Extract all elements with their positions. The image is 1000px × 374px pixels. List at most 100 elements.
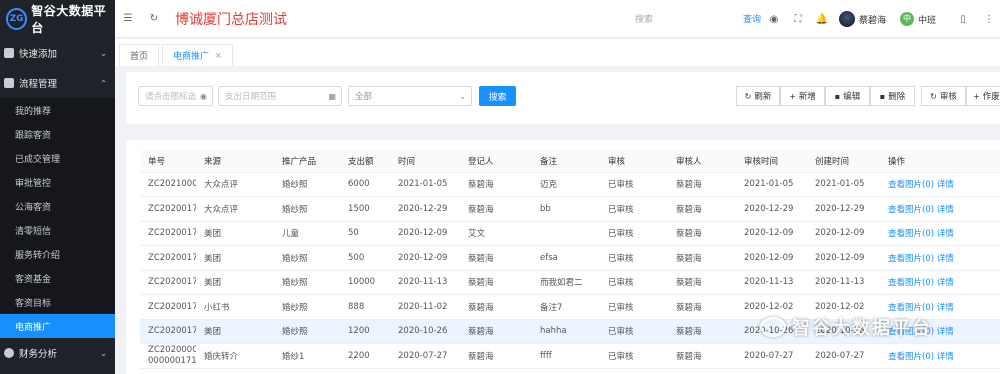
sidebar-item-target[interactable]: 客资目标 xyxy=(0,290,115,314)
header-query-link[interactable]: 查询 xyxy=(743,12,761,25)
edit-button[interactable]: ▪ 编辑 xyxy=(825,86,870,106)
trash-icon: ▪ xyxy=(879,91,886,101)
table-row[interactable]: ZC20210001大众点评婚纱照60002021-01-05蔡碧海迈克已审核蔡… xyxy=(140,172,1000,197)
table-cell: 2020-12-29 xyxy=(807,196,880,222)
table-row[interactable]: ZC20200174美团婚纱照100002020-11-13蔡碧海而我如君二已审… xyxy=(140,270,1000,295)
detail-link[interactable]: 详情 xyxy=(937,352,954,362)
sidebar-item-public-pool[interactable]: 公海客资 xyxy=(0,194,115,218)
tab-bar: 首页 电商推广 × xyxy=(115,39,1000,66)
tab-home[interactable]: 首页 xyxy=(119,44,160,66)
sidebar-group-finance[interactable]: 财务分析 ⌄ xyxy=(0,338,115,368)
col-header[interactable]: 支出额 xyxy=(340,150,390,173)
sidebar-item-my-recommend[interactable]: 我的推荐 xyxy=(0,98,115,122)
table-row[interactable]: ZC20200000 000000171婚庆转介婚纱122002020-07-2… xyxy=(140,343,1000,369)
sidebar-item-ecommerce[interactable]: 电商推广 xyxy=(0,314,115,338)
view-images-link[interactable]: 查看图片(0) xyxy=(888,205,934,215)
table-cell: 2020-12-29 xyxy=(736,196,807,222)
search-button[interactable]: 搜索 xyxy=(479,86,516,106)
plus-icon: + xyxy=(789,91,796,101)
record-icon[interactable]: ◉ xyxy=(767,12,781,26)
sidebar-group-label: 财务分析 xyxy=(19,349,58,360)
tab-label: 电商推广 xyxy=(173,52,210,62)
refresh-icon[interactable]: ↻ xyxy=(147,12,161,26)
sidebar-group-quick-add[interactable]: 快速添加 ⌄ xyxy=(0,38,115,68)
detail-link[interactable]: 详情 xyxy=(937,254,954,264)
col-header[interactable]: 单号 xyxy=(140,150,196,173)
detail-link[interactable]: 详情 xyxy=(937,327,954,337)
close-icon[interactable]: × xyxy=(215,51,222,60)
edit-icon: ▪ xyxy=(834,91,841,101)
sidebar-item-fund[interactable]: 客资基金 xyxy=(0,266,115,290)
detail-link[interactable]: 详情 xyxy=(937,278,954,288)
delete-button[interactable]: ▪ 删除 xyxy=(870,86,915,106)
view-images-link[interactable]: 查看图片(0) xyxy=(888,278,934,288)
table-actions: 查看图片(0) 详情 xyxy=(880,245,1000,271)
void-button[interactable]: + 作废 xyxy=(966,86,1000,106)
phone-icon[interactable]: ▯ xyxy=(956,12,970,26)
view-images-link[interactable]: 查看图片(0) xyxy=(888,352,934,362)
table-cell: 2200 xyxy=(340,343,390,369)
table-row[interactable]: ZC20200178大众点评婚纱照15002020-12-29蔡碧海bb已审核蔡… xyxy=(140,196,1000,222)
eye-icon[interactable]: ◉ xyxy=(200,92,207,101)
fullscreen-icon[interactable]: ⛶ xyxy=(791,12,805,26)
col-header[interactable]: 备注 xyxy=(532,150,600,173)
shift-avatar[interactable]: 中 xyxy=(900,12,915,26)
add-button[interactable]: + 新增 xyxy=(780,86,825,106)
review-button[interactable]: ↻ 审核 xyxy=(921,86,966,106)
table-cell: ZC20200172 xyxy=(140,319,196,344)
table-cell: 婚纱照 xyxy=(274,270,340,295)
col-header[interactable]: 审核人 xyxy=(668,150,736,173)
col-header[interactable]: 审核 xyxy=(600,150,668,173)
product-picker-input[interactable]: 请点击图标选 ◉ xyxy=(138,86,213,106)
user-name[interactable]: 蔡碧海 xyxy=(859,13,886,26)
table-cell: 小红书 xyxy=(196,294,274,320)
col-header[interactable]: 时间 xyxy=(390,150,460,173)
void-label: 作废 xyxy=(982,92,1000,102)
table-cell: 蔡碧海 xyxy=(460,294,532,320)
table-cell: bb xyxy=(532,196,600,222)
table-cell: 已审核 xyxy=(600,245,668,271)
detail-link[interactable]: 详情 xyxy=(937,205,954,215)
shift-name[interactable]: 中班 xyxy=(918,13,936,26)
sidebar-item-referral[interactable]: 服务转介绍 xyxy=(0,242,115,266)
table-row[interactable]: ZC20200177美团婚纱照5002020-12-09蔡碧海efsa已审核蔡碧… xyxy=(140,245,1000,271)
col-header[interactable]: 操作 xyxy=(880,150,1000,173)
source-select[interactable]: 全部 ⌄ xyxy=(348,86,472,106)
col-header[interactable]: 推广产品 xyxy=(274,150,340,173)
folder-icon xyxy=(4,78,14,88)
table-cell: ZC20210001 xyxy=(140,172,196,197)
col-header[interactable]: 来源 xyxy=(196,150,274,173)
table-cell: 已审核 xyxy=(600,196,668,222)
menu-icon[interactable]: ☰ xyxy=(121,12,135,26)
tab-ecommerce[interactable]: 电商推广 × xyxy=(162,44,233,66)
refresh-button[interactable]: ↻ 刷新 xyxy=(736,86,780,106)
detail-link[interactable]: 详情 xyxy=(937,303,954,313)
view-images-link[interactable]: 查看图片(0) xyxy=(888,303,934,313)
view-images-link[interactable]: 查看图片(0) xyxy=(888,180,934,190)
detail-link[interactable]: 详情 xyxy=(937,229,954,239)
sidebar-item-track[interactable]: 跟踪客资 xyxy=(0,122,115,146)
table-cell: 婚纱照 xyxy=(274,245,340,271)
detail-link[interactable]: 详情 xyxy=(937,180,954,190)
col-header[interactable]: 创建时间 xyxy=(807,150,880,173)
sidebar-item-approval[interactable]: 审批管控 xyxy=(0,170,115,194)
sidebar-item-sms[interactable]: 清零短信 xyxy=(0,218,115,242)
logo-text: 智谷大数据平台 xyxy=(31,4,107,35)
logo[interactable]: ZG 智谷大数据平台 xyxy=(0,0,115,38)
bell-icon[interactable]: 🔔 xyxy=(815,12,829,26)
view-images-link[interactable]: 查看图片(0) xyxy=(888,229,934,239)
sidebar-group-process[interactable]: 流程管理 ⌃ xyxy=(0,68,115,98)
more-icon[interactable]: ⋮ xyxy=(982,12,996,26)
table-row[interactable]: ZC20200176美团儿童502020-12-09艾文已审核蔡碧海2020-1… xyxy=(140,221,1000,246)
avatar[interactable] xyxy=(839,11,855,27)
view-images-link[interactable]: 查看图片(0) xyxy=(888,254,934,264)
table-cell: 2020-11-13 xyxy=(736,270,807,295)
sidebar-item-deals[interactable]: 已成交管理 xyxy=(0,146,115,170)
date-range-input[interactable]: 支出日期范围 ▦ xyxy=(218,86,342,106)
table-cell: efsa xyxy=(532,245,600,271)
table-cell: 2020-07-27 xyxy=(390,343,460,369)
col-header[interactable]: 审核时间 xyxy=(736,150,807,173)
table-cell: 蔡碧海 xyxy=(668,294,736,320)
header-search-input[interactable]: 搜索 xyxy=(635,12,653,25)
col-header[interactable]: 登记人 xyxy=(460,150,532,173)
